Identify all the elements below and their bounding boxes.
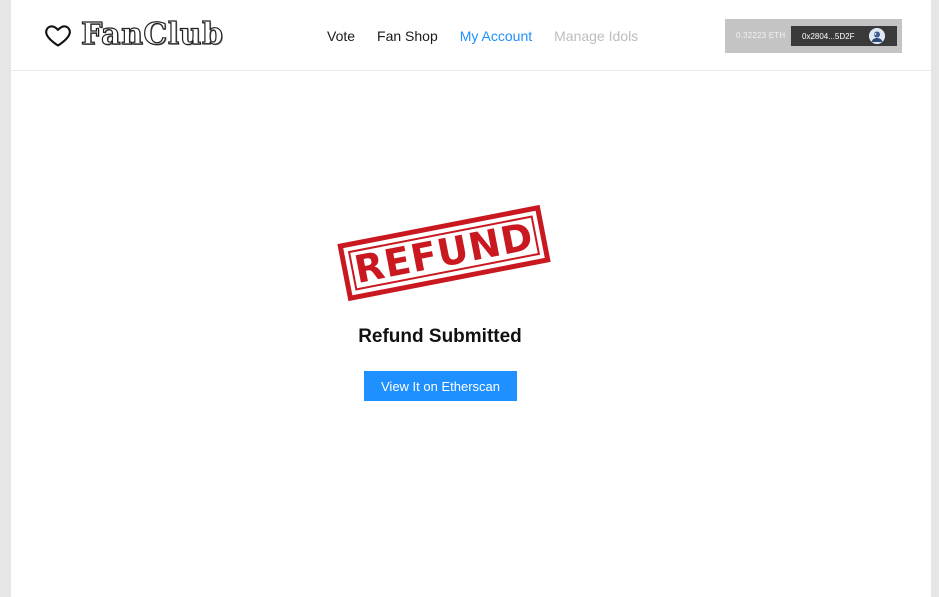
stamp-text: REFUND [350,214,538,292]
brand-logo[interactable]: FanClub [44,17,224,52]
nav-item-vote[interactable]: Vote [327,27,355,45]
wallet-address-button[interactable]: 0x2804...5D2F [791,26,897,46]
view-on-etherscan-button[interactable]: View It on Etherscan [364,371,517,401]
refund-stamp: REFUND [337,204,551,302]
brand-name: FanClub [80,17,224,52]
main-nav: Vote Fan Shop My Account Manage Idols [327,27,660,45]
page-title: Refund Submitted [358,326,522,347]
wallet-address: 0x2804...5D2F [802,32,855,41]
top-navbar: FanClub Vote Fan Shop My Account Manage … [11,0,931,71]
nav-item-manage-idols[interactable]: Manage Idols [554,27,638,45]
nav-item-my-account[interactable]: My Account [460,27,532,45]
refund-stamp-image: REFUND [337,204,555,302]
heart-icon [45,25,71,47]
nav-item-fan-shop[interactable]: Fan Shop [377,27,438,45]
app-page: FanClub Vote Fan Shop My Account Manage … [11,0,931,597]
wallet-balance: 0.32223 ETH [736,31,786,40]
wallet-widget[interactable]: 0.32223 ETH 0x2804...5D2F [725,19,902,53]
avatar [869,28,885,44]
